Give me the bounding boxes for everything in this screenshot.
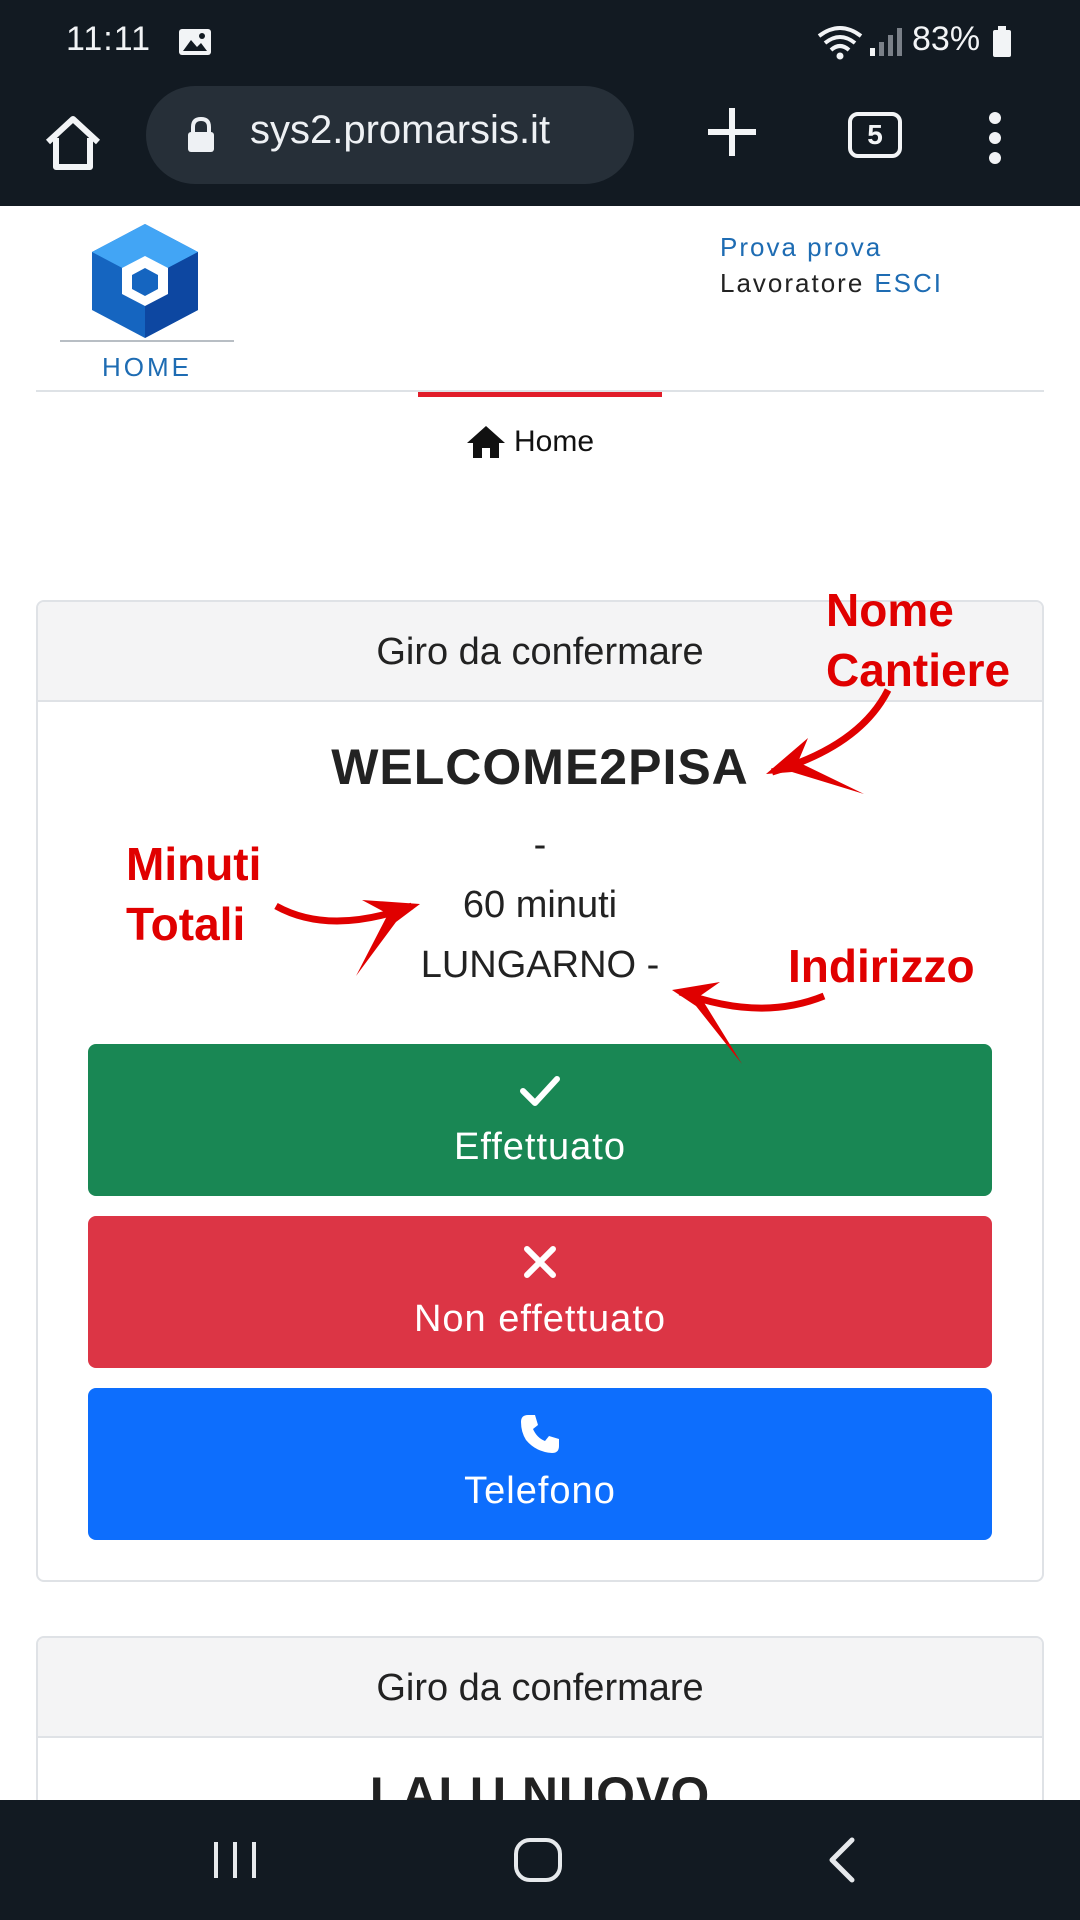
- active-nav-indicator: [418, 392, 662, 397]
- annotation-site-name: Nome Cantiere: [826, 580, 1010, 700]
- annotation-address: Indirizzo: [788, 936, 975, 996]
- check-icon: [520, 1076, 560, 1106]
- not-done-button-label: Non effettuato: [413, 1298, 667, 1340]
- card-header: Giro da confermare: [38, 1638, 1042, 1738]
- close-icon: [524, 1246, 556, 1278]
- gallery-icon: [179, 29, 211, 55]
- annotation-minutes-text: Minuti Totali: [126, 838, 262, 950]
- more-vert-icon[interactable]: [980, 110, 1010, 166]
- home-icon: [467, 426, 505, 458]
- home-icon[interactable]: [40, 110, 106, 176]
- home-button-icon[interactable]: [512, 1836, 564, 1884]
- user-role-line: Lavoratore ESCI: [720, 268, 943, 299]
- logout-link[interactable]: ESCI: [874, 268, 943, 298]
- home-link[interactable]: HOME: [60, 352, 234, 383]
- web-page: HOME Prova prova Lavoratore ESCI Home Gir…: [0, 206, 1080, 1800]
- done-button[interactable]: Effettuato: [88, 1044, 992, 1196]
- annotation-address-text: Indirizzo: [788, 940, 975, 992]
- wifi-icon: [817, 26, 863, 60]
- breadcrumb-label: Home: [514, 425, 595, 458]
- url-text: sys2.promarsis.it: [250, 108, 551, 152]
- battery-percent: 83%: [912, 20, 981, 58]
- signal-icon: [870, 28, 902, 56]
- site-name: WELCOME2PISA: [331, 739, 749, 795]
- status-bar: 11:11 83%: [0, 0, 1080, 84]
- phone-button[interactable]: Telefono: [88, 1388, 992, 1540]
- phone-icon: [521, 1415, 559, 1453]
- browser-toolbar: sys2.promarsis.it 5: [0, 84, 1080, 206]
- user-name: Prova prova: [720, 232, 883, 262]
- battery-icon: [993, 26, 1011, 57]
- tab-switcher-button[interactable]: 5: [848, 112, 902, 158]
- company-logo[interactable]: [80, 220, 210, 340]
- tour-card: Giro da confermare WELCOME2PISA - 60 min…: [36, 600, 1044, 1582]
- plus-icon[interactable]: [704, 104, 760, 160]
- phone-button-label: Telefono: [464, 1470, 616, 1512]
- site-name: LALU NUOVO: [369, 1767, 711, 1800]
- done-button-label: Effettuato: [454, 1126, 626, 1168]
- address-bar[interactable]: sys2.promarsis.it: [146, 86, 634, 184]
- system-nav-bar: [0, 1800, 1080, 1920]
- annotation-site-text: Nome Cantiere: [826, 584, 1011, 696]
- not-done-button[interactable]: Non effettuato: [88, 1216, 992, 1368]
- recent-apps-icon[interactable]: [210, 1838, 260, 1882]
- logo-divider: [60, 340, 234, 342]
- lock-icon: [188, 116, 214, 152]
- annotation-total-minutes: Minuti Totali: [126, 834, 261, 954]
- tour-card: Giro da confermare LALU NUOVO: [36, 1636, 1044, 1800]
- user-role: Lavoratore: [720, 268, 865, 298]
- breadcrumb[interactable]: Home: [466, 422, 594, 462]
- status-time: 11:11: [66, 20, 152, 58]
- back-icon[interactable]: [822, 1836, 862, 1884]
